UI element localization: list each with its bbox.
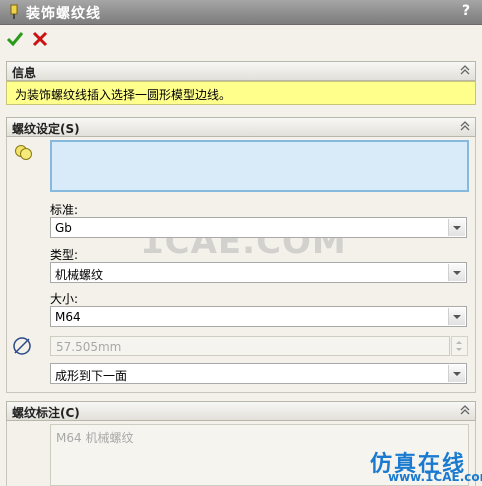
chevron-down-icon[interactable] <box>448 365 465 382</box>
info-group-title: 信息 <box>12 66 37 80</box>
minor-diameter-value: 57.505mm <box>56 340 122 354</box>
end-condition-value: 成形到下一面 <box>55 369 128 383</box>
spinner-up-icon[interactable] <box>456 341 462 344</box>
size-value: M64 <box>55 310 81 324</box>
type-value: 机械螺纹 <box>55 268 104 282</box>
spinner-down-icon[interactable] <box>456 348 462 351</box>
type-label: 类型: <box>50 248 79 262</box>
chevron-down-icon[interactable] <box>448 219 465 236</box>
pushpin-icon[interactable] <box>8 4 20 20</box>
thread-callout-text: M64 机械螺纹 <box>56 431 134 445</box>
standard-select[interactable]: Gb <box>50 217 467 238</box>
thread-settings-title: 螺纹设定(S) <box>12 122 80 136</box>
chevron-down-icon[interactable] <box>448 264 465 281</box>
minor-diameter-field[interactable]: 57.505mm <box>50 336 450 356</box>
window-title: 装饰螺纹线 <box>26 6 101 22</box>
collapse-chevron-icon[interactable] <box>459 120 471 132</box>
info-message: 为装饰螺纹线插入选择一圆形模型边线。 <box>6 81 476 105</box>
thread-callout-title: 螺纹标注(C) <box>12 406 80 420</box>
thread-settings-header[interactable]: 螺纹设定(S) <box>6 117 476 137</box>
diameter-icon <box>13 337 31 355</box>
size-select[interactable]: M64 <box>50 306 467 327</box>
title-bar: 装饰螺纹线 ? <box>0 0 482 25</box>
edge-selection-box[interactable] <box>50 140 469 192</box>
type-select[interactable]: 机械螺纹 <box>50 262 467 283</box>
thread-callout-header[interactable]: 螺纹标注(C) <box>6 401 476 421</box>
confirm-toolbar <box>0 25 482 55</box>
collapse-chevron-icon[interactable] <box>459 404 471 416</box>
check-icon[interactable] <box>6 30 24 48</box>
diameter-spinner[interactable] <box>451 336 468 356</box>
standard-label: 标准: <box>50 203 79 217</box>
size-label: 大小: <box>50 292 79 306</box>
circular-edge-icon <box>15 145 32 160</box>
collapse-chevron-icon[interactable] <box>459 64 471 76</box>
chevron-down-icon[interactable] <box>448 308 465 325</box>
info-group-header[interactable]: 信息 <box>6 61 476 81</box>
help-button[interactable]: ? <box>462 3 476 19</box>
end-condition-select[interactable]: 成形到下一面 <box>50 363 467 384</box>
brand-url: www.1CAE.com <box>388 470 482 484</box>
x-icon[interactable] <box>31 30 49 48</box>
standard-value: Gb <box>55 221 72 235</box>
